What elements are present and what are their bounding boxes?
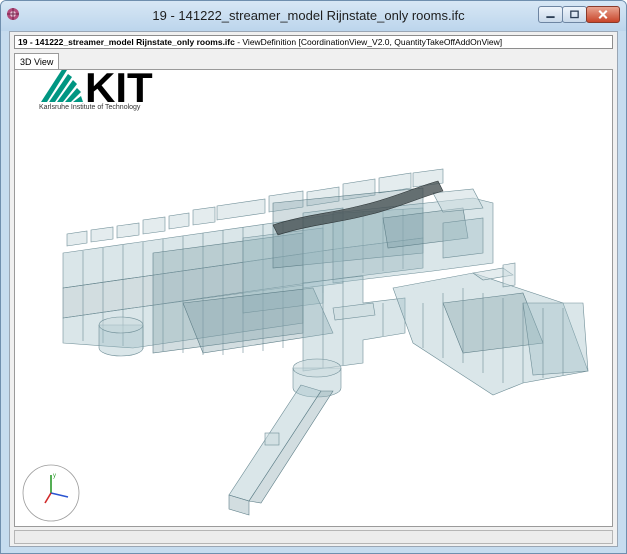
- kit-logo: KIT: [41, 70, 153, 111]
- close-button[interactable]: [586, 6, 620, 23]
- view-definition-label: - ViewDefinition [CoordinationView_V2.0,…: [234, 37, 503, 47]
- close-icon: [598, 10, 608, 20]
- left-cylinder: [98, 316, 144, 357]
- diagonal-corridor: [228, 384, 334, 516]
- kit-subtitle: Karlsruhe Institute of Technology: [39, 104, 141, 111]
- 3d-viewport[interactable]: .rm { fill: #9fbcc4; fill-opacity: 0.38;…: [14, 69, 613, 527]
- svg-text:y: y: [53, 473, 56, 479]
- tab-3d-view[interactable]: 3D View: [14, 53, 60, 70]
- app-icon[interactable]: [6, 7, 20, 21]
- minimize-icon: [546, 16, 555, 19]
- window-title: 19 - 141222_streamer_model Rijnstate_onl…: [152, 8, 465, 23]
- title-bar[interactable]: 19 - 141222_streamer_model Rijnstate_onl…: [1, 1, 626, 31]
- kit-logo-mark: [41, 70, 83, 102]
- file-name-label: 19 - 141222_streamer_model Rijnstate_onl…: [18, 37, 235, 47]
- maximize-icon: [570, 10, 579, 19]
- status-bar: [14, 530, 613, 544]
- minimize-button[interactable]: [538, 6, 563, 23]
- building-model[interactable]: .rm { fill: #9fbcc4; fill-opacity: 0.38;…: [15, 70, 613, 527]
- view-definition-bar: 19 - 141222_streamer_model Rijnstate_onl…: [14, 35, 613, 49]
- application-window: 19 - 141222_streamer_model Rijnstate_onl…: [0, 0, 627, 554]
- axis-triad-icon[interactable]: y: [21, 463, 81, 523]
- right-detached-wing: [392, 262, 589, 396]
- maximize-button[interactable]: [562, 6, 587, 23]
- client-area: 19 - 141222_streamer_model Rijnstate_onl…: [9, 31, 618, 547]
- lower-center-wing: [302, 275, 406, 372]
